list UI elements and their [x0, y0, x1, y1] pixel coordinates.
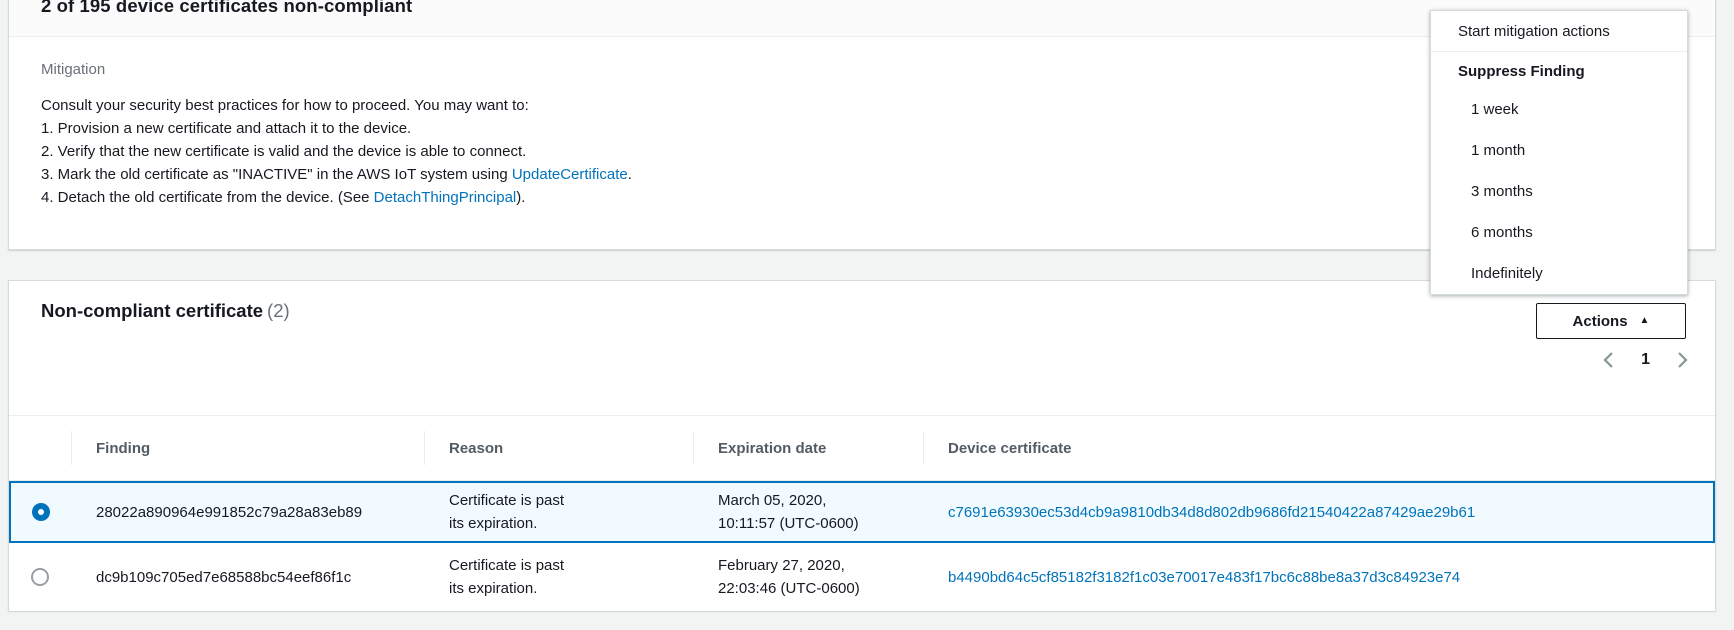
radio-unselected[interactable]	[31, 568, 49, 586]
table-row[interactable]: 28022a890964e991852c79a28a83eb89 Certifi…	[9, 481, 1715, 543]
expiration-date-cell: February 27, 2020, 22:03:46 (UTC-0600)	[693, 554, 923, 600]
actions-dropdown-menu: Start mitigation actions Suppress Findin…	[1430, 10, 1688, 295]
table-header-row: Finding Reason Expiration date Device ce…	[9, 415, 1715, 481]
actions-button-label: Actions	[1573, 313, 1628, 330]
detach-thing-principal-link[interactable]: DetachThingPrincipal	[374, 189, 517, 206]
caret-up-icon: ▲	[1640, 316, 1650, 326]
row-radio-cell	[11, 503, 71, 521]
step-text: 4. Detach the old certificate from the d…	[41, 189, 374, 206]
menu-item-1-week[interactable]: 1 week	[1431, 89, 1687, 130]
column-header-finding: Finding	[71, 416, 424, 480]
menu-item-start-mitigation-actions[interactable]: Start mitigation actions	[1431, 11, 1687, 51]
pagination: 1	[1602, 351, 1689, 369]
step-text: 1. Provision a new certificate and attac…	[41, 120, 411, 137]
next-page-icon[interactable]	[1676, 351, 1689, 369]
menu-item-6-months[interactable]: 6 months	[1431, 212, 1687, 253]
menu-item-1-month[interactable]: 1 month	[1431, 130, 1687, 171]
table-row[interactable]: dc9b109c705ed7e68588bc54eef86f1c Certifi…	[9, 543, 1715, 611]
findings-table: Finding Reason Expiration date Device ce…	[9, 415, 1715, 611]
column-header-expiration-date: Expiration date	[693, 416, 923, 480]
device-certificate-cell: c7691e63930ec53d4cb9a9810db34d8d802db968…	[923, 501, 1713, 524]
page-number[interactable]: 1	[1641, 351, 1650, 369]
step-suffix: .	[628, 166, 632, 183]
row-radio-cell	[9, 568, 71, 586]
finding-cell: dc9b109c705ed7e68588bc54eef86f1c	[71, 566, 424, 589]
selection-column-header	[9, 416, 71, 480]
table-toolbar: Non-compliant certificate(2) Actions ▲ 1	[9, 281, 1715, 415]
result-count: (2)	[263, 300, 290, 321]
reason-cell: Certificate is past its expiration.	[424, 489, 693, 535]
finding-cell: 28022a890964e991852c79a28a83eb89	[71, 501, 424, 524]
column-header-device-certificate: Device certificate	[923, 416, 1715, 480]
device-certificate-link[interactable]: c7691e63930ec53d4cb9a9810db34d8d802db968…	[948, 504, 1475, 521]
non-compliant-certificate-panel: Non-compliant certificate(2) Actions ▲ 1…	[8, 280, 1716, 611]
menu-item-indefinitely[interactable]: Indefinitely	[1431, 253, 1687, 294]
reason-cell: Certificate is past its expiration.	[424, 554, 693, 600]
step-suffix: ).	[516, 189, 525, 206]
device-certificate-cell: b4490bd64c5cf85182f3182f1c03e70017e483f1…	[923, 566, 1715, 589]
menu-item-3-months[interactable]: 3 months	[1431, 171, 1687, 212]
device-certificate-link[interactable]: b4490bd64c5cf85182f3182f1c03e70017e483f1…	[948, 569, 1460, 586]
section-title: Non-compliant certificate(2)	[41, 300, 290, 322]
step-text: 2. Verify that the new certificate is va…	[41, 143, 526, 160]
menu-group-suppress-finding: Suppress Finding	[1431, 52, 1687, 89]
column-header-reason: Reason	[424, 416, 693, 480]
section-title-text: Non-compliant certificate	[41, 300, 263, 321]
radio-selected[interactable]	[32, 503, 50, 521]
actions-button[interactable]: Actions ▲	[1536, 303, 1686, 339]
update-certificate-link[interactable]: UpdateCertificate	[512, 166, 628, 183]
step-text: 3. Mark the old certificate as "INACTIVE…	[41, 166, 512, 183]
expiration-date-cell: March 05, 2020, 10:11:57 (UTC-0600)	[693, 489, 923, 535]
previous-page-icon[interactable]	[1602, 351, 1615, 369]
